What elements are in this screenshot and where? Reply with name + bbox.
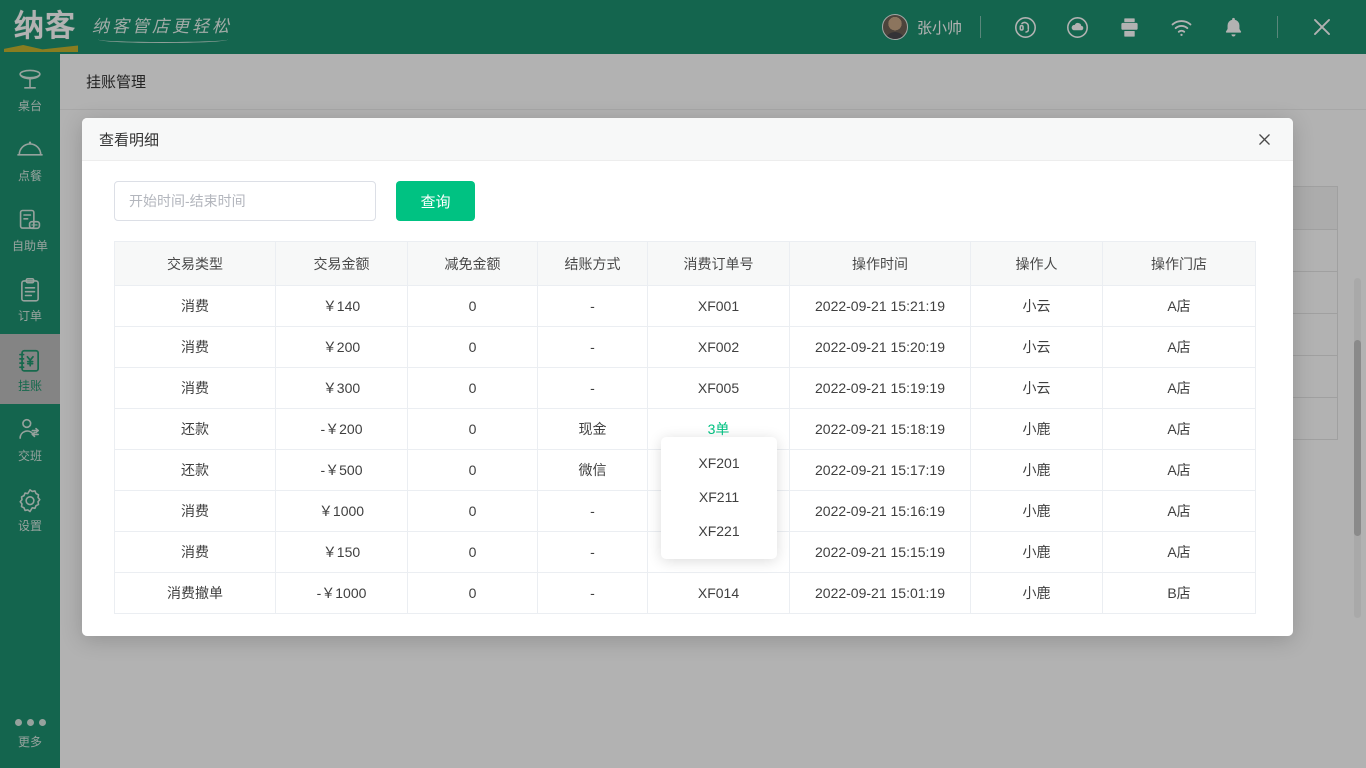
cell-store: A店 — [1103, 450, 1256, 491]
cell-time: 2022-09-21 15:20:19 — [790, 327, 971, 368]
order-option[interactable]: XF211 — [661, 480, 777, 514]
cell-operator: 小鹿 — [971, 450, 1103, 491]
filter-toolbar: 查询 — [114, 181, 1261, 221]
order-list-popup: XF201 XF211 XF221 — [661, 437, 777, 559]
cell-payment: - — [538, 327, 648, 368]
order-option[interactable]: XF201 — [661, 446, 777, 480]
cell-discount: 0 — [408, 286, 538, 327]
cell-payment: - — [538, 368, 648, 409]
cell-amount: ￥140 — [276, 286, 408, 327]
cell-store: A店 — [1103, 532, 1256, 573]
close-icon[interactable] — [1251, 126, 1277, 152]
modal-header: 查看明细 — [82, 118, 1293, 161]
cell-type: 消费 — [115, 491, 276, 532]
view-detail-modal: 查看明细 查询 交易类型 — [82, 118, 1293, 636]
cell-amount: ￥150 — [276, 532, 408, 573]
cell-amount: -￥500 — [276, 450, 408, 491]
cell-payment: - — [538, 573, 648, 614]
table-header-row: 交易类型 交易金额 减免金额 结账方式 消费订单号 操作时间 操作人 操作门店 — [115, 242, 1256, 286]
column-header-discount: 减免金额 — [408, 242, 538, 286]
cell-amount: -￥1000 — [276, 573, 408, 614]
cell-payment: 现金 — [538, 409, 648, 450]
cell-type: 消费 — [115, 532, 276, 573]
table-row[interactable]: 消费 ￥140 0 - XF001 2022-09-21 15:21:19 小云… — [115, 286, 1256, 327]
table-row[interactable]: 消费 ￥300 0 - XF005 2022-09-21 15:19:19 小云… — [115, 368, 1256, 409]
cell-amount: ￥300 — [276, 368, 408, 409]
cell-discount: 0 — [408, 573, 538, 614]
cell-type: 消费 — [115, 327, 276, 368]
cell-time: 2022-09-21 15:19:19 — [790, 368, 971, 409]
cell-amount: ￥1000 — [276, 491, 408, 532]
cell-discount: 0 — [408, 491, 538, 532]
cell-type: 消费 — [115, 368, 276, 409]
cell-time: 2022-09-21 15:15:19 — [790, 532, 971, 573]
column-header-amount: 交易金额 — [276, 242, 408, 286]
cell-discount: 0 — [408, 532, 538, 573]
cell-payment: - — [538, 491, 648, 532]
column-header-operator: 操作人 — [971, 242, 1103, 286]
cell-discount: 0 — [408, 409, 538, 450]
modal-title: 查看明细 — [99, 129, 159, 150]
cell-order-no: XF001 — [648, 286, 790, 327]
cell-time: 2022-09-21 15:21:19 — [790, 286, 971, 327]
date-range-input[interactable] — [114, 181, 376, 221]
cell-type: 消费 — [115, 286, 276, 327]
cell-payment: - — [538, 532, 648, 573]
cell-type: 还款 — [115, 450, 276, 491]
query-button[interactable]: 查询 — [396, 181, 475, 221]
cell-discount: 0 — [408, 450, 538, 491]
order-option[interactable]: XF221 — [661, 514, 777, 548]
cell-order-no: XF014 — [648, 573, 790, 614]
table-head: 交易类型 交易金额 减免金额 结账方式 消费订单号 操作时间 操作人 操作门店 — [115, 242, 1256, 286]
cell-type: 还款 — [115, 409, 276, 450]
cell-time: 2022-09-21 15:17:19 — [790, 450, 971, 491]
cell-operator: 小鹿 — [971, 409, 1103, 450]
column-header-time: 操作时间 — [790, 242, 971, 286]
cell-amount: -￥200 — [276, 409, 408, 450]
cell-store: A店 — [1103, 368, 1256, 409]
order-count-link[interactable]: 3单 — [708, 421, 730, 437]
cell-time: 2022-09-21 15:16:19 — [790, 491, 971, 532]
cell-time: 2022-09-21 15:18:19 — [790, 409, 971, 450]
cell-discount: 0 — [408, 327, 538, 368]
cell-store: A店 — [1103, 327, 1256, 368]
cell-operator: 小鹿 — [971, 532, 1103, 573]
cell-operator: 小云 — [971, 327, 1103, 368]
column-header-type: 交易类型 — [115, 242, 276, 286]
cell-type: 消费撤单 — [115, 573, 276, 614]
cell-order-no: XF005 — [648, 368, 790, 409]
cell-store: A店 — [1103, 491, 1256, 532]
cell-payment: 微信 — [538, 450, 648, 491]
cell-store: A店 — [1103, 409, 1256, 450]
cell-time: 2022-09-21 15:01:19 — [790, 573, 971, 614]
column-header-payment: 结账方式 — [538, 242, 648, 286]
cell-store: B店 — [1103, 573, 1256, 614]
table-row[interactable]: 消费撤单 -￥1000 0 - XF014 2022-09-21 15:01:1… — [115, 573, 1256, 614]
cell-store: A店 — [1103, 286, 1256, 327]
cell-operator: 小云 — [971, 368, 1103, 409]
cell-operator: 小云 — [971, 286, 1103, 327]
cell-operator: 小鹿 — [971, 491, 1103, 532]
app-root: 纳客 纳客管店更轻松 张小帅 — [0, 0, 1366, 768]
cell-discount: 0 — [408, 368, 538, 409]
column-header-store: 操作门店 — [1103, 242, 1256, 286]
cell-operator: 小鹿 — [971, 573, 1103, 614]
column-header-order-no: 消费订单号 — [648, 242, 790, 286]
cell-order-no: XF002 — [648, 327, 790, 368]
table-row[interactable]: 消费 ￥200 0 - XF002 2022-09-21 15:20:19 小云… — [115, 327, 1256, 368]
cell-payment: - — [538, 286, 648, 327]
cell-amount: ￥200 — [276, 327, 408, 368]
